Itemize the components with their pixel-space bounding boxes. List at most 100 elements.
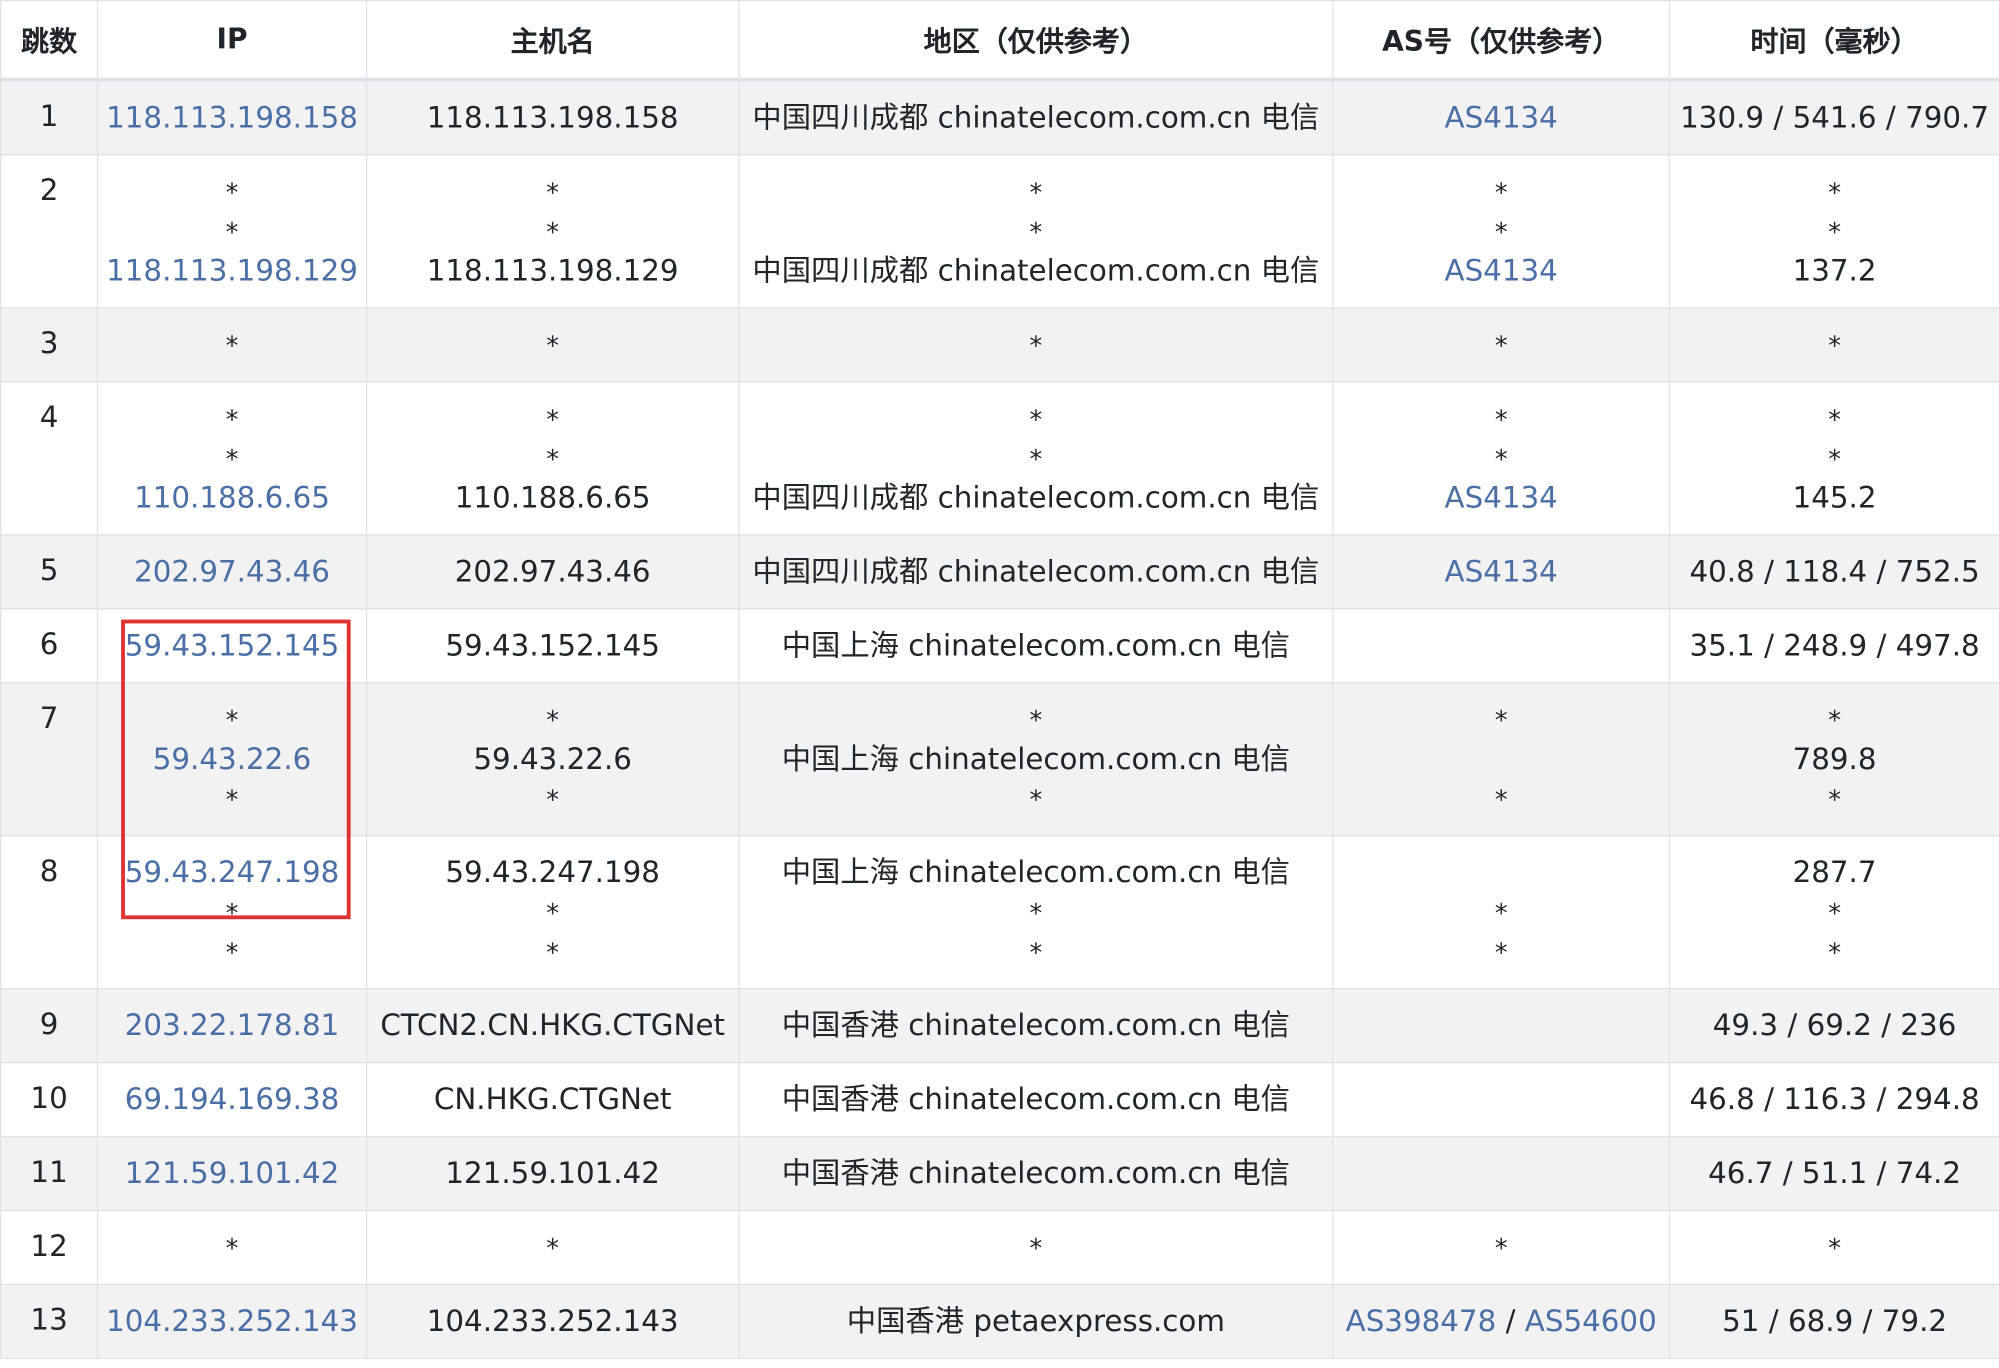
latency-text: 46.7 / 51.1 / 74.2 [1708, 1157, 1962, 1191]
ip-address-link[interactable]: 69.194.169.38 [98, 1081, 366, 1121]
ip-address-link[interactable]: 59.43.152.145 [98, 627, 366, 667]
hostname-text: 59.43.22.6 [473, 743, 632, 777]
time-cell: * 789.8 * [1668, 682, 1999, 837]
timeout-marker: * [1029, 784, 1043, 815]
region-cell: 中国四川成都 chinatelecom.com.cn 电信 [738, 534, 1334, 610]
timeout-marker: * [1828, 443, 1841, 475]
hostname-text: 110.188.6.65 [454, 481, 651, 516]
table-row: 1 118.113.198.158 118.113.198.158 中国四川成都 ch… [0, 79, 1999, 156]
as-number-link[interactable]: AS4134 [1334, 553, 1669, 593]
ip-address-link[interactable]: 121.59.101.42 [98, 1155, 366, 1195]
region-text: 中国上海 chinatelecom.com.cn 电信 [781, 629, 1291, 663]
header-hostname: 主机名 [365, 0, 740, 82]
timeout-marker: * [1828, 897, 1841, 929]
ip-cell: * * 110.188.6.65 [96, 381, 368, 536]
timeout-marker: * [1494, 937, 1508, 968]
hostname-text: CTCN2.CN.HKG.CTGNet [380, 1009, 726, 1043]
header-time: 时间（毫秒） [1668, 0, 1999, 82]
timeout-marker: * [1828, 705, 1841, 736]
timeout-marker: * [225, 1232, 239, 1264]
latency-text: 130.9 / 541.6 / 790.7 [1680, 101, 1990, 136]
hostname-cell: 121.59.101.42 [365, 1135, 740, 1212]
timeout-marker: * [1029, 404, 1043, 435]
ip-address-link[interactable]: 203.22.178.81 [98, 1007, 366, 1047]
as-number-cell: * [1332, 1209, 1671, 1286]
ip-cell: 118.113.198.158 [96, 79, 368, 156]
ip-cell: 203.22.178.81 [96, 988, 368, 1064]
time-cell: 49.3 / 69.2 / 236 [1668, 988, 1999, 1064]
hostname-cell: * * 118.113.198.129 [365, 154, 740, 309]
timeout-marker: * [225, 404, 239, 435]
hostname-text: 121.59.101.42 [445, 1157, 660, 1191]
header-as-number: AS号（仅供参考） [1332, 0, 1671, 82]
ip-address-link[interactable]: 59.43.247.198 [98, 854, 366, 894]
as-number-cell: AS4134 [1332, 79, 1671, 156]
as-number-link[interactable]: AS4134 [1334, 252, 1669, 292]
ip-address-link[interactable]: 59.43.22.6 [98, 741, 366, 781]
timeout-marker: * [225, 705, 239, 736]
ip-cell: 121.59.101.42 [96, 1135, 368, 1212]
header-region: 地区（仅供参考） [738, 0, 1334, 82]
hop-number: 10 [0, 1061, 99, 1138]
table-row: 5 202.97.43.46 202.97.43.46 中国四川成都 chinatel… [0, 534, 1999, 610]
table-row: 6 59.43.152.145 59.43.152.145 中国上海 chinatel… [0, 608, 1999, 684]
time-cell: * * 137.2 [1668, 154, 1999, 309]
timeout-marker: * [546, 443, 560, 475]
time-cell: 51 / 68.9 / 79.2 [1668, 1283, 1999, 1360]
header-row: 跳数 IP 主机名 地区（仅供参考） AS号（仅供参考） 时间（毫秒） [0, 0, 1999, 82]
hostname-cell: 104.233.252.143 [365, 1283, 740, 1360]
timeout-marker: * [1029, 177, 1043, 208]
timeout-marker: * [225, 784, 239, 815]
as-number-link[interactable]: AS54600 [1525, 1305, 1657, 1338]
as-number-link[interactable]: AS4134 [1334, 479, 1669, 519]
region-cell: 中国上海 chinatelecom.com.cn 电信 * * [738, 835, 1334, 990]
table-row: 8 59.43.247.198 * * 59.43.247.198 * * 中国上海 chin… [0, 835, 1999, 990]
table-row: 3 * * * * * [0, 307, 1999, 383]
timeout-marker: * [1029, 1232, 1043, 1264]
latency-text: 789.8 [1792, 743, 1877, 777]
latency-text: 145.2 [1792, 481, 1877, 516]
ip-address-link[interactable]: 110.188.6.65 [98, 479, 366, 519]
time-cell: 35.1 / 248.9 / 497.8 [1668, 608, 1999, 684]
hop-number: 12 [0, 1209, 99, 1286]
hostname-text: 104.233.252.143 [426, 1305, 679, 1339]
as-number-cell: * [1332, 307, 1671, 383]
hostname-cell: * 59.43.22.6 * [365, 682, 740, 837]
timeout-marker: * [1029, 897, 1043, 929]
table-row: 9 203.22.178.81 CTCN2.CN.HKG.CTGNet 中国香港 ch… [0, 988, 1999, 1064]
time-cell: 46.7 / 51.1 / 74.2 [1668, 1135, 1999, 1212]
as-number-link [1334, 741, 1669, 781]
hostname-text: 118.113.198.129 [426, 254, 679, 289]
ip-address-link[interactable]: 118.113.198.129 [98, 252, 366, 292]
table-row: 4 * * 110.188.6.65 * * 110.188.6.65 * * 中国四川成都 ch… [0, 381, 1999, 536]
hostname-text: CN.HKG.CTGNet [433, 1083, 672, 1117]
timeout-marker: * [1029, 216, 1043, 248]
hop-number: 8 [0, 835, 99, 990]
ip-address-link[interactable]: 202.97.43.46 [98, 553, 366, 593]
as-number-link[interactable]: AS4134 [1334, 99, 1669, 139]
timeout-marker: * [1494, 177, 1508, 208]
table-row: 2 * * 118.113.198.129 * * 118.113.198.129 * * 中国四… [0, 154, 1999, 309]
timeout-marker: * [546, 705, 560, 736]
timeout-marker: * [225, 216, 239, 248]
latency-text: 40.8 / 118.4 / 752.5 [1689, 555, 1980, 590]
as-number-cell [1332, 608, 1671, 684]
as-number-link[interactable]: AS398478 [1346, 1305, 1497, 1338]
ip-address-link[interactable]: 104.233.252.143 [98, 1303, 366, 1343]
region-cell: 中国上海 chinatelecom.com.cn 电信 [738, 608, 1334, 684]
region-cell: * [738, 307, 1334, 383]
ip-address-link[interactable]: 118.113.198.158 [98, 99, 366, 139]
hop-number: 5 [0, 534, 99, 610]
timeout-marker: * [225, 937, 239, 968]
hostname-text: 118.113.198.158 [426, 101, 679, 136]
as-number-cell [1332, 1061, 1671, 1138]
timeout-marker: * [1029, 330, 1043, 361]
timeout-marker: * [1029, 443, 1043, 475]
region-text: 中国上海 chinatelecom.com.cn 电信 [781, 856, 1291, 890]
timeout-marker: * [225, 330, 239, 361]
timeout-marker: * [1828, 784, 1841, 815]
latency-text: 287.7 [1792, 856, 1877, 890]
ip-cell: 59.43.247.198 * * [96, 835, 368, 990]
hostname-text: 202.97.43.46 [454, 555, 651, 590]
header-ip: IP [96, 0, 368, 82]
